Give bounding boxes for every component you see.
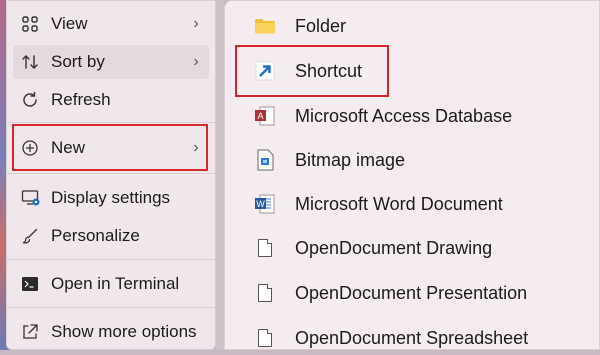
- menu-item-show-more-options[interactable]: Show more options: [13, 315, 209, 349]
- menu-gap: [216, 0, 224, 350]
- grid-view-icon: [21, 15, 51, 33]
- submenu-item-label: OpenDocument Presentation: [295, 282, 528, 303]
- svg-text:W: W: [256, 199, 265, 209]
- menu-item-label: Refresh: [51, 90, 111, 109]
- submenu-item-odf-presentation[interactable]: OpenDocument Presentation: [233, 276, 593, 310]
- submenu-item-word-document[interactable]: W Microsoft Word Document: [233, 187, 593, 221]
- document-icon: [247, 329, 283, 347]
- terminal-icon: [21, 276, 51, 292]
- submenu-item-odf-drawing[interactable]: OpenDocument Drawing: [233, 231, 593, 265]
- submenu-item-bitmap-image[interactable]: Bitmap image: [233, 143, 593, 177]
- submenu-item-label: Microsoft Access Database: [295, 105, 513, 126]
- folder-icon: [247, 17, 283, 35]
- submenu-item-label: Microsoft Word Document: [295, 193, 503, 214]
- menu-item-personalize[interactable]: Personalize: [13, 219, 209, 253]
- menu-separator: [7, 307, 215, 308]
- access-icon: A: [247, 105, 283, 127]
- menu-item-label: Sort by: [51, 52, 105, 71]
- submenu-item-access-database[interactable]: A Microsoft Access Database: [233, 99, 593, 133]
- submenu-item-folder[interactable]: Folder: [233, 9, 593, 43]
- menu-separator: [7, 259, 215, 260]
- menu-item-label: Display settings: [51, 188, 171, 207]
- menu-item-new[interactable]: New ›: [13, 131, 209, 165]
- menu-item-refresh[interactable]: Refresh: [13, 83, 209, 117]
- menu-item-label: Personalize: [51, 226, 140, 245]
- bitmap-icon: [247, 149, 283, 171]
- shortcut-arrow-icon: [247, 61, 283, 81]
- menu-item-label: Show more options: [51, 322, 197, 341]
- sort-icon: [21, 53, 51, 71]
- menu-separator: [7, 173, 215, 174]
- submenu-item-label: Folder: [295, 15, 347, 36]
- chevron-right-icon: ›: [193, 139, 199, 156]
- submenu-item-label: OpenDocument Spreadsheet: [295, 327, 529, 348]
- menu-item-open-in-terminal[interactable]: Open in Terminal: [13, 267, 209, 301]
- desktop-context-menu: View › Sort by › Refresh New › Display s…: [6, 0, 216, 350]
- submenu-item-label: Shortcut: [295, 60, 363, 81]
- submenu-item-shortcut[interactable]: Shortcut: [233, 54, 593, 88]
- submenu-item-label: OpenDocument Drawing: [295, 237, 493, 258]
- share-icon: [21, 323, 51, 341]
- chevron-right-icon: ›: [193, 15, 199, 32]
- chevron-right-icon: ›: [193, 53, 199, 70]
- menu-item-display-settings[interactable]: Display settings: [13, 181, 209, 215]
- word-icon: W: [247, 193, 283, 215]
- document-icon: [247, 239, 283, 257]
- svg-text:A: A: [257, 111, 263, 121]
- menu-item-label: New: [51, 138, 86, 157]
- brush-icon: [21, 227, 51, 245]
- menu-separator: [7, 122, 215, 123]
- new-submenu: Folder Shortcut A Microsoft Access Datab…: [224, 0, 600, 350]
- submenu-item-label: Bitmap image: [295, 149, 406, 170]
- menu-item-label: Open in Terminal: [51, 274, 180, 293]
- plus-circle-icon: [21, 139, 51, 157]
- refresh-icon: [21, 91, 51, 109]
- menu-item-sort-by[interactable]: Sort by ›: [13, 45, 209, 79]
- document-icon: [247, 284, 283, 302]
- menu-item-label: View: [51, 14, 88, 33]
- menu-item-view[interactable]: View ›: [13, 7, 209, 41]
- display-settings-icon: [21, 189, 51, 207]
